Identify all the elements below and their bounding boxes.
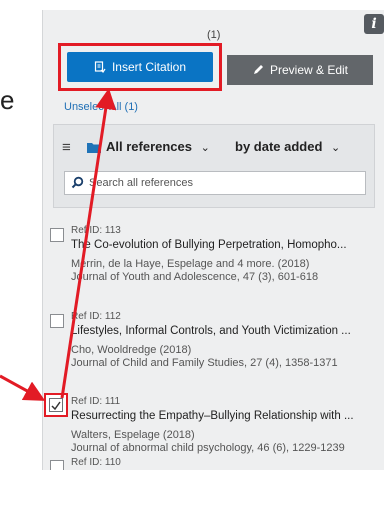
search-icon [71, 176, 84, 189]
info-icon[interactable]: i [364, 14, 384, 34]
arrow-to-checkbox [0, 374, 46, 401]
reference-item[interactable]: Ref ID: 113 The Co-evolution of Bullying… [43, 225, 384, 313]
reference-item[interactable]: Ref ID: 110 [43, 457, 384, 470]
folder-icon [87, 143, 101, 153]
citation-panel: i (1) Insert Citation Preview & Edit Uns… [42, 10, 384, 470]
reference-journal: Journal of Youth and Adolescence, 47 (3)… [71, 271, 319, 283]
reference-checkbox[interactable] [50, 314, 64, 328]
reference-journal: Journal of Child and Family Studies, 27 … [71, 357, 338, 369]
reference-title[interactable]: Lifestyles, Informal Controls, and Youth… [71, 325, 377, 337]
insert-citation-label: Insert Citation [111, 60, 187, 74]
reference-title[interactable]: The Co-evolution of Bullying Perpetratio… [71, 239, 377, 251]
reference-authors: Walters, Espelage (2018) [71, 429, 195, 441]
reference-id: Ref ID: 113 [71, 225, 121, 236]
insert-citation-button[interactable]: Insert Citation [67, 52, 213, 82]
sort-dropdown[interactable]: by date added ⌄ [235, 139, 340, 154]
search-box[interactable] [64, 171, 366, 195]
reference-checkbox[interactable] [50, 460, 64, 470]
preview-edit-button[interactable]: Preview & Edit [227, 55, 373, 85]
reference-checkbox[interactable] [50, 228, 64, 242]
insert-citation-icon [94, 61, 106, 73]
chevron-down-icon: ⌄ [331, 142, 341, 154]
reference-id: Ref ID: 110 [71, 457, 121, 468]
collection-label: All references [106, 139, 192, 154]
collection-dropdown[interactable]: All references ⌄ [106, 139, 210, 154]
reference-id: Ref ID: 111 [71, 396, 121, 407]
left-content-fragment: e [0, 85, 15, 115]
reference-authors: Merrin, de la Haye, Espelage and 4 more.… [71, 258, 310, 270]
page-background [0, 470, 384, 532]
reference-item[interactable]: Ref ID: 112 Lifestyles, Informal Control… [43, 311, 384, 399]
insert-citation-highlight: Insert Citation [58, 43, 222, 91]
reference-id: Ref ID: 112 [71, 311, 121, 322]
selected-count: (1) [207, 29, 221, 41]
reference-authors: Cho, Wooldredge (2018) [71, 344, 192, 356]
reference-journal: Journal of abnormal child psychology, 46… [71, 442, 345, 454]
reference-checkbox-checked[interactable] [49, 398, 63, 412]
sort-label: by date added [235, 139, 323, 154]
pencil-icon [253, 65, 263, 74]
references-toolbar: ≡ All references ⌄ by date added ⌄ [53, 124, 375, 208]
search-input[interactable] [89, 175, 359, 191]
preview-edit-label: Preview & Edit [269, 63, 349, 77]
menu-icon[interactable]: ≡ [62, 139, 71, 156]
reference-title[interactable]: Resurrecting the Empathy–Bullying Relati… [71, 410, 377, 422]
unselect-all-link[interactable]: Unselect All (1) [64, 101, 138, 113]
checkmark-icon [51, 401, 61, 411]
selected-checkbox-highlight [44, 393, 68, 417]
chevron-down-icon: ⌄ [200, 142, 210, 154]
